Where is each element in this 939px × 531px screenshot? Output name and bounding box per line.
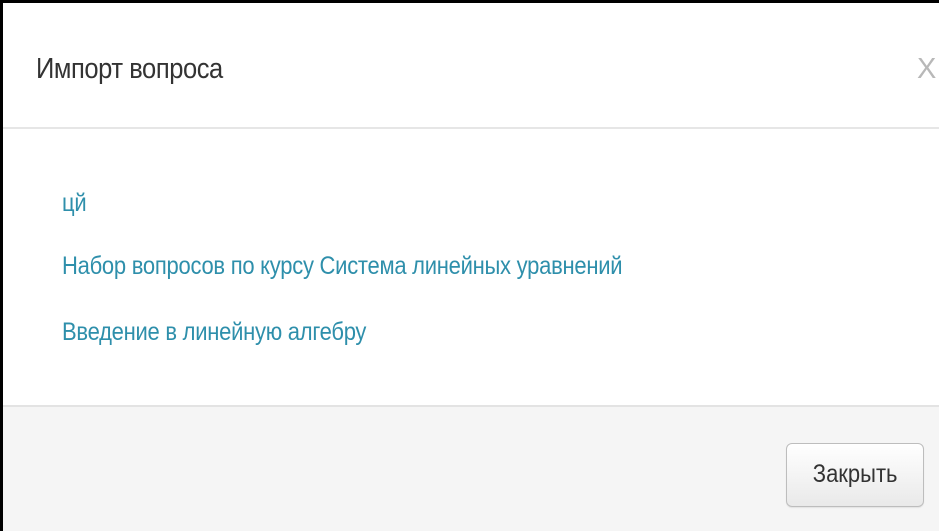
dialog-footer: Закрыть [3,405,939,531]
import-question-dialog: Импорт вопроса X цй Набор вопросов по ку… [0,0,939,531]
question-set-link[interactable]: Введение в линейную алгебру [62,315,366,349]
question-set-link[interactable]: цй [62,186,87,220]
dialog-header: Импорт вопроса X [3,3,939,129]
dialog-title: Импорт вопроса [36,53,223,85]
close-button[interactable]: Закрыть [786,443,924,507]
question-set-link[interactable]: Набор вопросов по курсу Система линейных… [62,249,623,283]
dialog-body: цй Набор вопросов по курсу Система линей… [3,129,939,405]
close-button-label: Закрыть [812,460,898,488]
close-icon[interactable]: X [917,49,939,89]
